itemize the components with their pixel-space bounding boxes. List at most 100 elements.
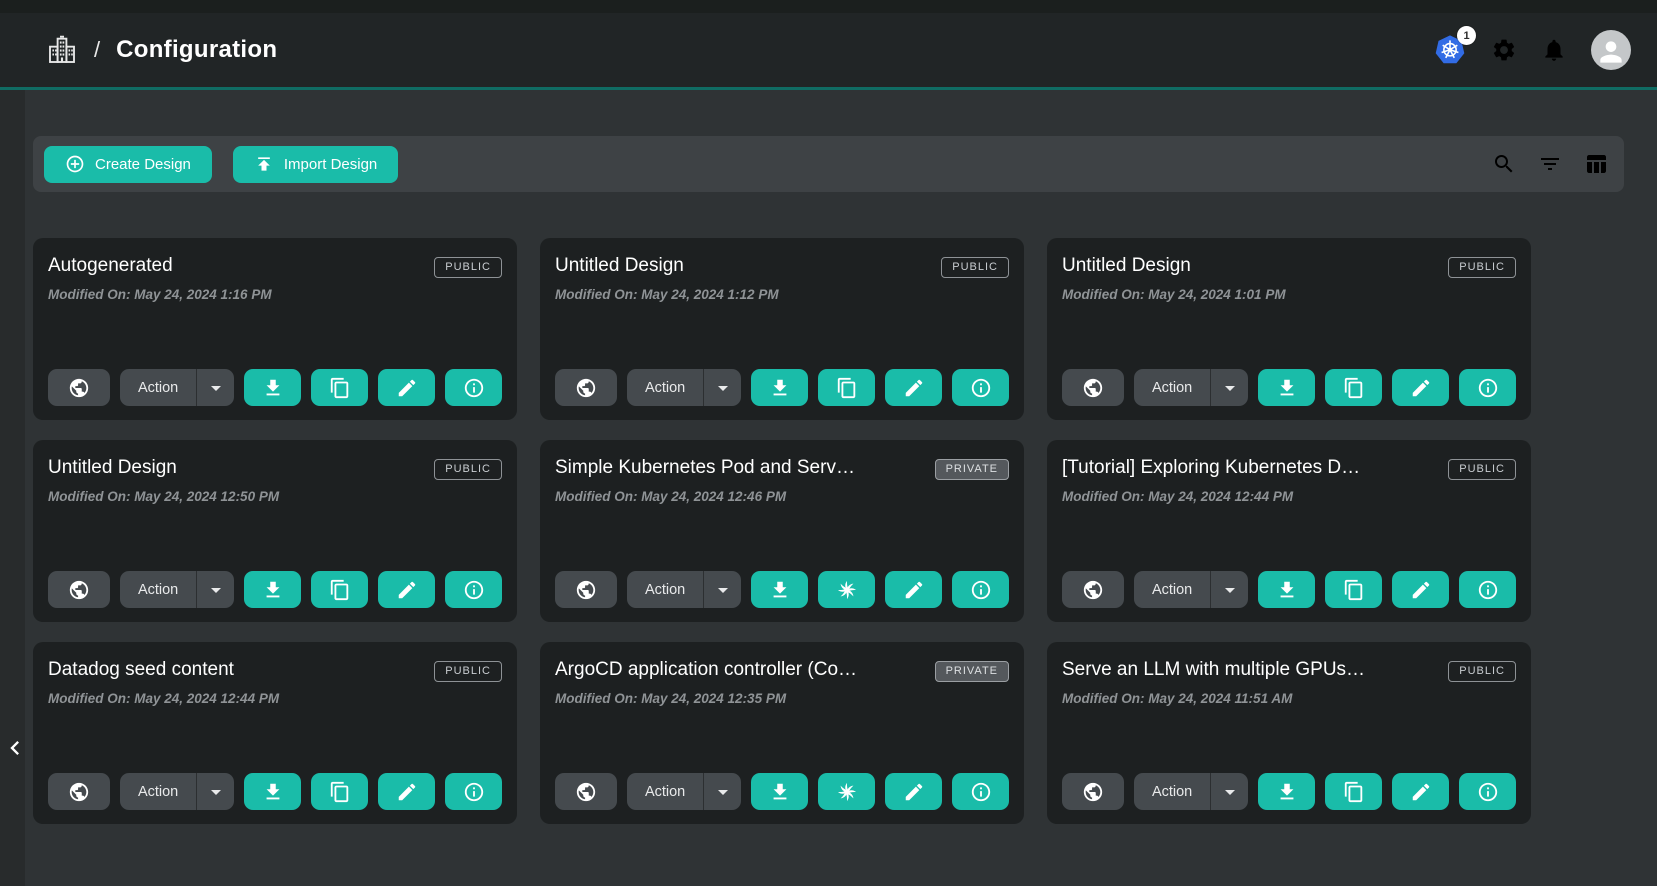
globe-icon [575,377,597,399]
action-button-label[interactable]: Action [1134,571,1211,608]
download-button[interactable] [244,571,301,608]
kubernetes-context-button[interactable]: 1 [1433,34,1467,66]
action-button-label[interactable]: Action [120,773,197,810]
download-button[interactable] [244,773,301,810]
action-button-label[interactable]: Action [627,571,704,608]
visibility-badge: PUBLIC [434,459,502,480]
action-button-label[interactable]: Action [120,571,197,608]
action-split-button[interactable]: Action [1134,369,1248,406]
download-button[interactable] [244,369,301,406]
table-view-icon[interactable] [1584,152,1608,176]
edit-button[interactable] [885,773,942,810]
chevron-down-icon [711,578,735,602]
edit-button[interactable] [1392,571,1449,608]
visibility-globe-button[interactable] [48,571,110,608]
edit-button[interactable] [1392,369,1449,406]
action-split-button[interactable]: Action [120,369,234,406]
action-dropdown-toggle[interactable] [704,773,741,810]
clone-button[interactable] [311,773,368,810]
visibility-globe-button[interactable] [1062,571,1124,608]
chevron-down-icon [204,578,228,602]
clone-button[interactable] [1325,369,1382,406]
action-button-label[interactable]: Action [627,773,704,810]
action-dropdown-toggle[interactable] [1211,773,1248,810]
sidebar-collapse-button[interactable] [0,732,30,764]
edit-button[interactable] [1392,773,1449,810]
avatar[interactable] [1591,30,1631,70]
visibility-globe-button[interactable] [48,773,110,810]
info-button[interactable] [1459,369,1516,406]
design-card: Simple Kubernetes Pod and Serv… PRIVATE … [540,440,1024,622]
info-button[interactable] [1459,773,1516,810]
clone-button[interactable] [818,773,875,810]
import-design-button[interactable]: Import Design [233,146,398,183]
download-button[interactable] [751,773,808,810]
action-split-button[interactable]: Action [1134,571,1248,608]
action-dropdown-toggle[interactable] [1211,369,1248,406]
action-split-button[interactable]: Action [627,773,741,810]
visibility-globe-button[interactable] [555,571,617,608]
clone-button[interactable] [1325,571,1382,608]
download-button[interactable] [751,369,808,406]
design-card: Untitled Design PUBLIC Modified On: May … [1047,238,1531,420]
clone-button[interactable] [1325,773,1382,810]
visibility-globe-button[interactable] [48,369,110,406]
edit-button[interactable] [885,571,942,608]
page-title: Configuration [116,36,277,64]
edit-button[interactable] [885,369,942,406]
action-split-button[interactable]: Action [1134,773,1248,810]
filter-icon[interactable] [1538,152,1562,176]
clone-button[interactable] [818,571,875,608]
clone-button[interactable] [311,369,368,406]
search-icon[interactable] [1492,152,1516,176]
chevron-down-icon [711,376,735,400]
action-button-label[interactable]: Action [627,369,704,406]
download-button[interactable] [1258,369,1315,406]
card-header: Untitled Design PUBLIC [48,457,502,480]
download-icon [769,781,791,803]
info-icon [1477,579,1499,601]
download-button[interactable] [751,571,808,608]
edit-button[interactable] [378,571,435,608]
visibility-globe-button[interactable] [555,773,617,810]
action-button-label[interactable]: Action [1134,369,1211,406]
edit-button[interactable] [378,369,435,406]
building-icon[interactable] [46,34,78,66]
action-split-button[interactable]: Action [120,571,234,608]
visibility-globe-button[interactable] [1062,773,1124,810]
action-dropdown-toggle[interactable] [1211,571,1248,608]
action-split-button[interactable]: Action [627,571,741,608]
visibility-globe-button[interactable] [555,369,617,406]
info-button[interactable] [1459,571,1516,608]
action-dropdown-toggle[interactable] [704,369,741,406]
action-dropdown-toggle[interactable] [197,773,234,810]
visibility-globe-button[interactable] [1062,369,1124,406]
create-design-button[interactable]: Create Design [44,146,212,183]
info-button[interactable] [952,571,1009,608]
clone-button[interactable] [311,571,368,608]
action-split-button[interactable]: Action [120,773,234,810]
action-button-label[interactable]: Action [1134,773,1211,810]
download-button[interactable] [1258,571,1315,608]
gear-icon[interactable] [1491,37,1517,63]
edit-button[interactable] [378,773,435,810]
info-button[interactable] [952,369,1009,406]
action-dropdown-toggle[interactable] [197,571,234,608]
bell-icon[interactable] [1541,37,1567,63]
info-button[interactable] [445,571,502,608]
create-design-label: Create Design [95,156,191,173]
action-button-label[interactable]: Action [120,369,197,406]
design-title: Simple Kubernetes Pod and Serv… [555,457,863,479]
design-card: Serve an LLM with multiple GPUs… PUBLIC … [1047,642,1531,824]
info-button[interactable] [445,369,502,406]
chevron-down-icon [1218,780,1242,804]
modified-timestamp: Modified On: May 24, 2024 12:35 PM [555,691,1009,706]
info-button[interactable] [952,773,1009,810]
info-button[interactable] [445,773,502,810]
modified-timestamp: Modified On: May 24, 2024 1:16 PM [48,287,502,302]
action-dropdown-toggle[interactable] [704,571,741,608]
action-split-button[interactable]: Action [627,369,741,406]
clone-button[interactable] [818,369,875,406]
download-button[interactable] [1258,773,1315,810]
action-dropdown-toggle[interactable] [197,369,234,406]
